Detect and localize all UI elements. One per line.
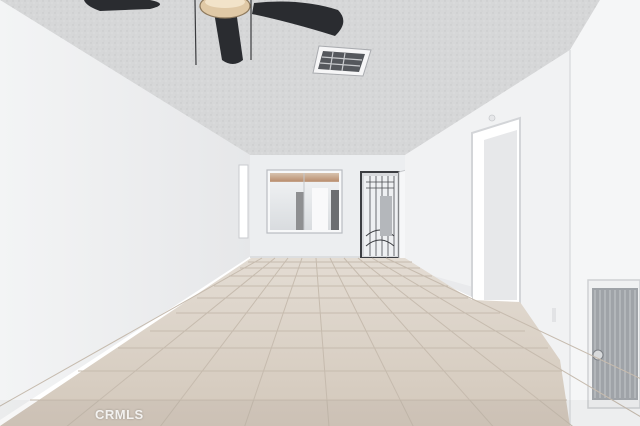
watermark-text: CRMLS [95,407,144,422]
room-photo [0,0,640,426]
wall-outlet [552,308,556,322]
side-window [238,164,249,239]
hallway-opening [471,116,521,332]
wall-heater [587,279,640,409]
smoke-detector [488,114,496,122]
back-window [266,169,343,234]
security-door [360,171,400,259]
ceiling-vent [312,45,372,77]
